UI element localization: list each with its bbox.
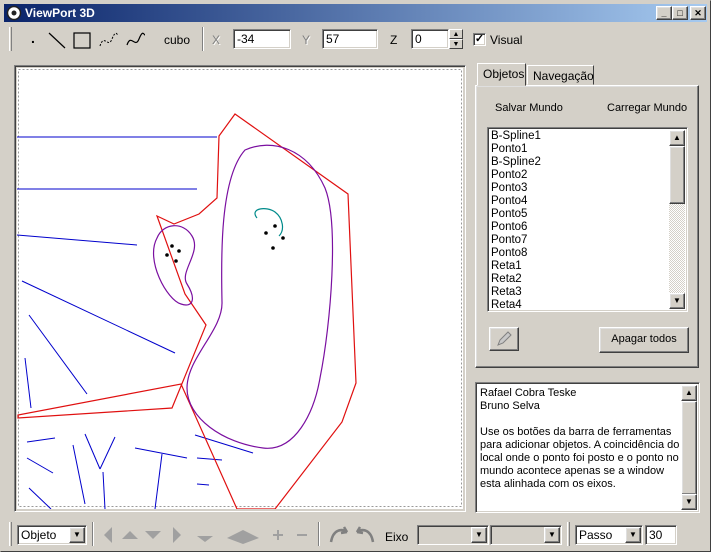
axis-2-dropdown-icon[interactable]: ▼ (544, 527, 560, 543)
bottom-separator-2 (318, 522, 320, 546)
list-item[interactable]: Ponto7 (491, 234, 671, 247)
window-title: ViewPort 3D (25, 6, 95, 20)
list-item[interactable]: Ponto1 (491, 143, 671, 156)
x-label: X (212, 33, 221, 47)
list-item[interactable]: Reta1 (491, 260, 671, 273)
step-select[interactable]: Passo ▼ (575, 525, 643, 545)
bottom-toolbar-grip[interactable] (9, 522, 12, 546)
y-coordinate-field[interactable]: 57 (322, 29, 378, 49)
list-item[interactable]: Reta2 (491, 273, 671, 286)
move-down-icon[interactable] (141, 524, 165, 546)
line-tool-button[interactable] (45, 29, 69, 51)
app-icon (6, 5, 22, 21)
mode-select[interactable]: Objeto ▼ (17, 525, 87, 545)
x-coordinate-field[interactable]: -34 (233, 29, 291, 49)
viewport-drawing (16, 69, 462, 510)
y-label: Y (302, 33, 311, 47)
z-spinner[interactable]: ▲ ▼ (449, 29, 463, 49)
cyan-curve (254, 208, 284, 237)
bspline-icon (99, 32, 119, 47)
list-item[interactable]: Ponto4 (491, 195, 671, 208)
zoom-in-icon[interactable] (266, 524, 290, 546)
list-item[interactable]: Ponto8 (491, 247, 671, 260)
navigation-toolbar: Objeto ▼ Eixo ▼ ▼ Passo ▼ 30 (4, 520, 707, 550)
close-button[interactable]: ✕ (690, 6, 706, 20)
curve-icon (126, 32, 146, 46)
purple-spline-left (152, 225, 195, 306)
toolbar-separator (202, 27, 204, 51)
move-up-icon[interactable] (118, 524, 142, 546)
info-text: Rafael Cobra Teske Bruno Selva Use os bo… (480, 387, 680, 490)
viewport-canvas[interactable] (16, 68, 463, 510)
move-backward-icon[interactable] (193, 524, 217, 546)
visual-checkbox[interactable]: ✓ (473, 33, 486, 46)
list-item[interactable]: Ponto3 (491, 182, 671, 195)
point-tool-button[interactable]: . (21, 29, 45, 51)
rectangle-tool-button[interactable] (70, 29, 94, 51)
spin-down-icon[interactable]: ▼ (449, 39, 463, 49)
z-coordinate-field[interactable]: 0 (411, 29, 449, 49)
scroll-down-icon[interactable]: ▼ (669, 293, 685, 309)
scroll-up-icon[interactable]: ▲ (669, 130, 685, 146)
list-item[interactable]: B-Spline1 (491, 130, 671, 143)
mode-dropdown-icon[interactable]: ▼ (69, 527, 85, 543)
viewport-frame (14, 65, 466, 512)
load-world-link[interactable]: Carregar Mundo (607, 102, 687, 114)
visual-label: Visual (490, 33, 523, 47)
tab-objects[interactable]: Objetos (477, 63, 526, 86)
objects-list[interactable]: B-Spline1 Ponto1 B-Spline2 Ponto2 Ponto3 Pont… (487, 127, 688, 312)
list-item[interactable]: Ponto5 (491, 208, 671, 221)
axis-select-1[interactable]: ▼ (417, 525, 489, 545)
list-item[interactable]: Reta3 (491, 286, 671, 299)
z-label: Z (390, 33, 398, 47)
mode-select-value: Objeto (21, 528, 57, 542)
maximize-button[interactable]: □ (672, 6, 688, 20)
list-item[interactable]: Reta4 (491, 299, 671, 312)
curve-tool-button[interactable] (124, 29, 148, 51)
bottom-toolbar-grip-2[interactable] (567, 522, 570, 546)
edit-object-button[interactable] (489, 327, 519, 351)
memo-scroll-down-icon[interactable]: ▼ (681, 494, 697, 510)
list-item[interactable]: B-Spline2 (491, 156, 671, 169)
move-right-icon[interactable] (164, 524, 188, 546)
purple-spline-right (186, 144, 334, 449)
delete-all-button[interactable]: Apagar todos (599, 327, 689, 353)
line-icon (48, 32, 66, 49)
save-world-link[interactable]: Salvar Mundo (495, 102, 563, 114)
step-dropdown-icon[interactable]: ▼ (625, 527, 641, 543)
red-polygon (17, 113, 357, 510)
step-select-value: Passo (579, 528, 613, 542)
objects-list-items: B-Spline1 Ponto1 B-Spline2 Ponto2 Ponto3 Pont… (491, 130, 671, 312)
move-forward-icon[interactable] (225, 524, 261, 546)
bottom-separator (92, 522, 94, 546)
scroll-thumb[interactable] (669, 146, 685, 204)
rotate-icon[interactable] (327, 524, 377, 546)
objects-list-scrollbar[interactable]: ▲ ▼ (669, 130, 685, 309)
axis-select-2[interactable]: ▼ (490, 525, 562, 545)
minimize-button[interactable]: _ (656, 6, 672, 20)
spin-up-icon[interactable]: ▲ (449, 29, 463, 39)
point-objects (165, 224, 285, 263)
info-memo[interactable]: Rafael Cobra Teske Bruno Selva Use os bo… (475, 382, 700, 513)
bspline-tool-button[interactable] (97, 29, 121, 51)
step-amount-field[interactable]: 30 (645, 525, 677, 545)
toolbar-grip[interactable] (9, 27, 12, 51)
toolbar: . cubo X -34 Y 57 Z 0 ▲ ▼ ✓ Visual (4, 25, 707, 55)
memo-scroll-thumb[interactable] (681, 401, 697, 495)
list-item[interactable]: Ponto6 (491, 221, 671, 234)
axis-1-dropdown-icon[interactable]: ▼ (471, 527, 487, 543)
main-window: ViewPort 3D _ □ ✕ . cubo X -34 Y 57 Z 0 … (0, 0, 711, 552)
info-scrollbar[interactable]: ▲ ▼ (681, 385, 697, 510)
cube-button[interactable]: cubo (159, 29, 195, 51)
rectangle-icon (73, 32, 91, 49)
zoom-out-icon[interactable] (290, 524, 314, 546)
pencil-icon (497, 331, 512, 346)
tab-navigation[interactable]: Navegação (527, 65, 594, 85)
memo-scroll-up-icon[interactable]: ▲ (681, 385, 697, 401)
list-item[interactable]: Ponto2 (491, 169, 671, 182)
title-bar: ViewPort 3D _ □ ✕ (4, 4, 707, 22)
axis-label: Eixo (385, 530, 409, 544)
